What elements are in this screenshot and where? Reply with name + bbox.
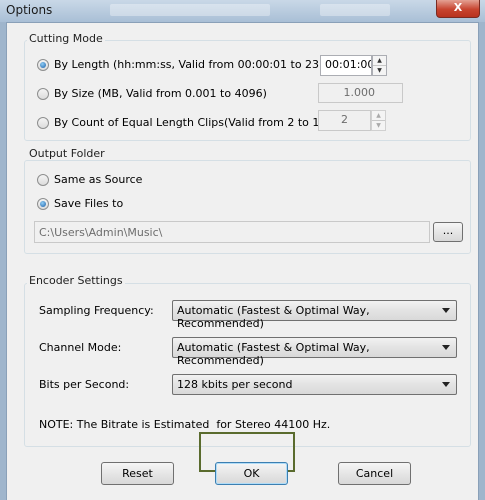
close-button[interactable]: X — [436, 0, 480, 18]
by-count-radio[interactable] — [37, 116, 49, 129]
channel-mode-label: Channel Mode: — [39, 341, 122, 354]
save-files-to-option[interactable]: Save Files to — [37, 197, 123, 210]
same-as-source-radio[interactable] — [37, 173, 49, 186]
spin-up-icon[interactable]: ▲ — [372, 111, 385, 121]
chevron-down-icon — [442, 382, 450, 387]
by-length-spinner[interactable]: ▲ ▼ — [372, 55, 387, 76]
by-count-input[interactable]: 2 — [318, 110, 371, 131]
encoder-settings-legend: Encoder Settings — [27, 274, 125, 287]
sampling-frequency-label: Sampling Frequency: — [39, 304, 154, 317]
output-folder-legend: Output Folder — [27, 147, 107, 160]
spin-down-icon[interactable]: ▼ — [372, 121, 385, 131]
chevron-down-icon — [442, 308, 450, 313]
by-length-time-input[interactable]: 00:01:00 — [320, 55, 372, 76]
by-length-radio[interactable] — [37, 58, 49, 71]
cutting-mode-legend: Cutting Mode — [27, 32, 105, 45]
reset-button[interactable]: Reset — [101, 462, 174, 485]
ok-button[interactable]: OK — [215, 462, 288, 485]
by-count-label: By Count of Equal Length Clips(Valid fro… — [54, 116, 352, 129]
by-size-radio[interactable] — [37, 87, 49, 100]
window-title: Options — [6, 3, 53, 17]
by-length-option[interactable]: By Length (hh:mm:ss, Valid from 00:00:01… — [37, 58, 359, 71]
save-files-to-radio[interactable] — [37, 197, 49, 210]
background-window-ghost — [110, 4, 270, 16]
title-bar[interactable]: Options X — [0, 0, 485, 22]
same-as-source-label: Same as Source — [54, 173, 143, 186]
bits-per-second-select[interactable]: 128 kbits per second — [172, 374, 457, 395]
chevron-down-icon — [442, 345, 450, 350]
browse-button[interactable]: ... — [433, 222, 463, 242]
spin-down-icon[interactable]: ▼ — [373, 66, 386, 76]
by-size-label: By Size (MB, Valid from 0.001 to 4096) — [54, 87, 267, 100]
by-size-option[interactable]: By Size (MB, Valid from 0.001 to 4096) — [37, 87, 267, 100]
bitrate-note: NOTE: The Bitrate is Estimated for Stere… — [39, 418, 331, 431]
channel-mode-select[interactable]: Automatic (Fastest & Optimal Way, Recomm… — [172, 337, 457, 367]
close-icon: X — [453, 1, 463, 14]
output-path-input[interactable]: C:\Users\Admin\Music\ — [34, 221, 430, 243]
by-length-label: By Length (hh:mm:ss, Valid from 00:00:01… — [54, 58, 359, 71]
spin-up-icon[interactable]: ▲ — [373, 56, 386, 66]
sampling-frequency-select[interactable]: Automatic (Fastest & Optimal Way, Recomm… — [172, 300, 457, 330]
by-size-input[interactable]: 1.000 — [318, 83, 403, 103]
same-as-source-option[interactable]: Same as Source — [37, 173, 142, 186]
bits-per-second-label: Bits per Second: — [39, 378, 130, 391]
background-window-ghost — [320, 4, 390, 16]
cancel-button[interactable]: Cancel — [338, 462, 411, 485]
by-count-spinner[interactable]: ▲ ▼ — [371, 110, 386, 131]
save-files-to-label: Save Files to — [54, 197, 124, 210]
bits-per-second-value: 128 kbits per second — [177, 378, 293, 391]
by-count-option[interactable]: By Count of Equal Length Clips(Valid fro… — [37, 116, 352, 129]
